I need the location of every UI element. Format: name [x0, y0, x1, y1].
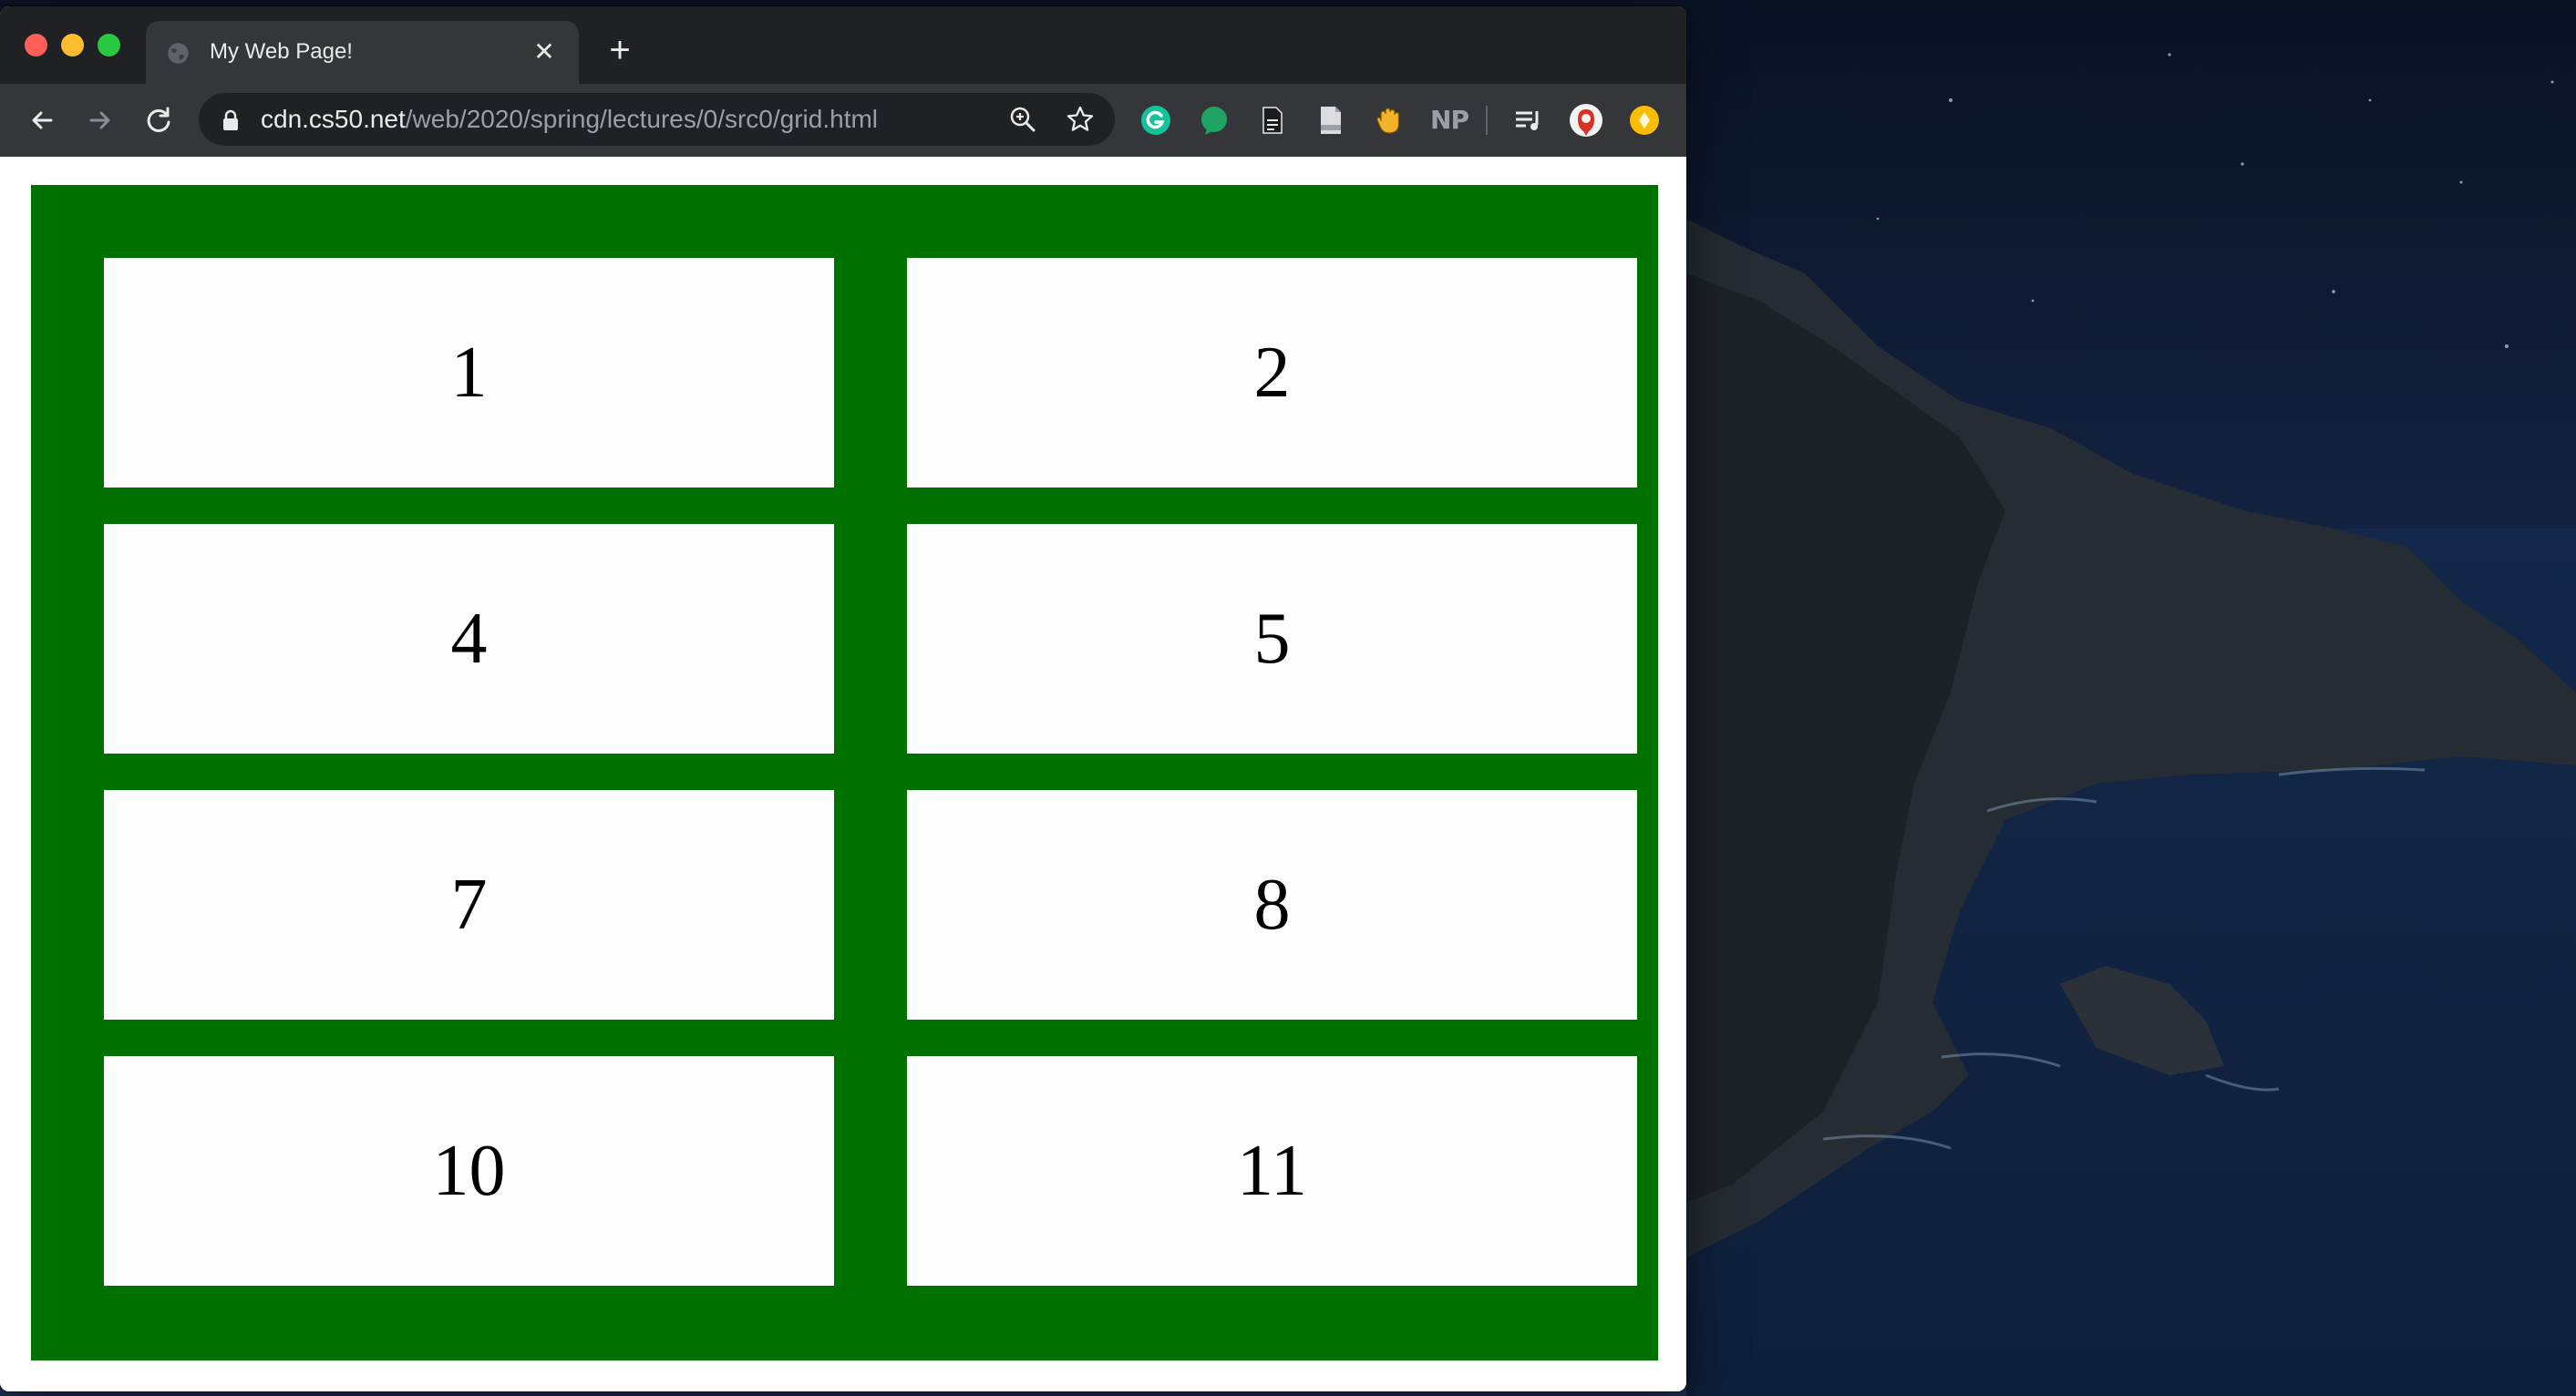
avatar[interactable]: [1569, 103, 1603, 138]
back-arrow-icon[interactable]: [24, 102, 60, 139]
forward-arrow-icon[interactable]: [82, 102, 118, 139]
address-bar[interactable]: cdn.cs50.net/web/2020/spring/lectures/0/…: [199, 93, 1115, 146]
grid-item: 10: [104, 1056, 834, 1286]
grid-item: 4: [104, 524, 834, 754]
zoom-icon[interactable]: [1007, 104, 1038, 135]
toolbar-divider: [1486, 106, 1488, 135]
grid-item: 11: [907, 1056, 1637, 1286]
media-queue-icon[interactable]: [1510, 103, 1545, 138]
tab-active[interactable]: My Web Page! ✕: [146, 21, 579, 84]
lock-icon[interactable]: [221, 109, 241, 131]
url-path: /web/2020/spring/lectures/0/src0/grid.ht…: [405, 105, 879, 133]
zoom-window-button[interactable]: [98, 34, 120, 56]
browser-window: My Web Page! ✕ + cdn.cs50.net/web/2020/s…: [0, 6, 1686, 1391]
minimize-window-button[interactable]: [61, 34, 84, 56]
document-extension-icon[interactable]: [1255, 103, 1290, 138]
page-viewport: 1 2 4 5 7 8 10 11: [0, 157, 1686, 1391]
url-host: cdn.cs50.net: [261, 105, 406, 133]
grid-item: 1: [104, 258, 834, 488]
bookmark-star-icon[interactable]: [1065, 104, 1096, 135]
grid-container: 1 2 4 5 7 8 10 11: [31, 185, 1658, 1360]
grid-item: 2: [907, 258, 1637, 488]
grid-item: 5: [907, 524, 1637, 754]
url-text[interactable]: cdn.cs50.net/web/2020/spring/lectures/0/…: [261, 105, 878, 134]
hand-icon[interactable]: [1372, 103, 1406, 138]
page-icon[interactable]: [1314, 103, 1348, 138]
grid-item: 7: [104, 790, 834, 1020]
chat-bubble-icon[interactable]: [1197, 103, 1231, 138]
browser-toolbar: cdn.cs50.net/web/2020/spring/lectures/0/…: [0, 84, 1686, 157]
np-extension-icon[interactable]: NP: [1429, 104, 1469, 137]
tab-title: My Web Page!: [210, 39, 353, 64]
grid-item: 8: [907, 790, 1637, 1020]
coin-extension-icon[interactable]: [1627, 103, 1662, 138]
globe-icon: [166, 41, 191, 66]
tab-strip: My Web Page! ✕ +: [0, 6, 1686, 84]
reload-icon[interactable]: [140, 102, 177, 139]
grammarly-icon[interactable]: [1139, 103, 1173, 138]
close-window-button[interactable]: [25, 34, 47, 56]
close-icon[interactable]: ✕: [530, 37, 559, 67]
new-tab-button[interactable]: +: [602, 32, 638, 70]
